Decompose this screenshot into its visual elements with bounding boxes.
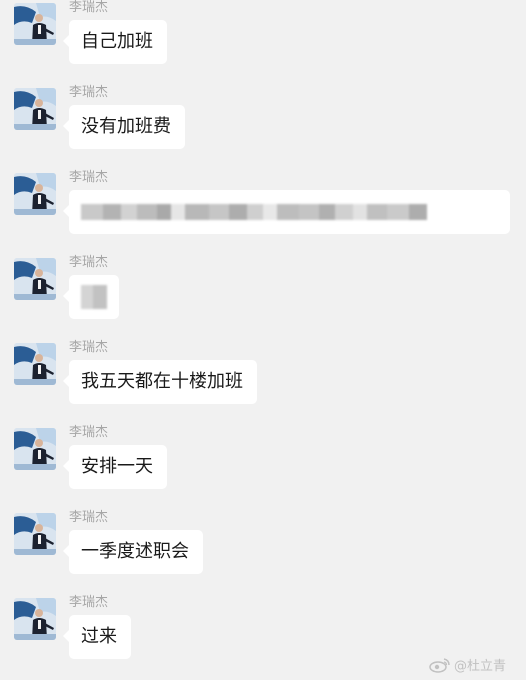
avatar[interactable] — [14, 343, 56, 385]
sender-name: 李瑞杰 — [69, 510, 109, 525]
avatar[interactable] — [14, 513, 56, 555]
message-bubble[interactable]: 一季度述职会 — [63, 530, 203, 574]
avatar-image — [14, 173, 56, 215]
chat-message: 李瑞杰 自己加班 — [0, 0, 526, 85]
message-bubble[interactable]: 我五天都在十楼加班 — [63, 360, 257, 404]
avatar[interactable] — [14, 598, 56, 640]
blurred-message-content — [81, 204, 427, 220]
avatar-image — [14, 513, 56, 555]
avatar[interactable] — [14, 173, 56, 215]
watermark-text: @杜立青 — [453, 659, 506, 674]
avatar-image — [14, 258, 56, 300]
chat-message: 李瑞杰 没有加班费 — [0, 85, 526, 170]
watermark: @杜立青 — [429, 655, 506, 674]
avatar[interactable] — [14, 258, 56, 300]
chat-message: 李瑞杰 我五天都在十楼加班 — [0, 340, 526, 425]
message-bubble[interactable] — [63, 190, 510, 234]
message-text: 过来 — [81, 626, 117, 647]
avatar-image — [14, 343, 56, 385]
chat-message-list: 李瑞杰 自己加班 李瑞杰 没有加班费 李瑞杰 李瑞杰 李瑞杰 我五天都在十楼加班… — [0, 0, 526, 680]
avatar[interactable] — [14, 3, 56, 45]
sender-name: 李瑞杰 — [69, 170, 109, 185]
message-text: 自己加班 — [81, 31, 153, 52]
weibo-logo-icon — [429, 657, 450, 673]
avatar-image — [14, 88, 56, 130]
message-text: 安排一天 — [81, 456, 153, 477]
chat-message: 李瑞杰 一季度述职会 — [0, 510, 526, 595]
blurred-emoji — [81, 285, 107, 309]
chat-message: 李瑞杰 — [0, 170, 526, 255]
message-bubble[interactable]: 安排一天 — [63, 445, 167, 489]
message-text: 我五天都在十楼加班 — [81, 371, 243, 392]
avatar[interactable] — [14, 428, 56, 470]
sender-name: 李瑞杰 — [69, 425, 109, 440]
chat-message: 李瑞杰 — [0, 255, 526, 340]
sender-name: 李瑞杰 — [69, 340, 109, 355]
sender-name: 李瑞杰 — [69, 595, 109, 610]
message-text: 一季度述职会 — [81, 541, 189, 562]
message-bubble[interactable]: 自己加班 — [63, 20, 167, 64]
chat-message: 李瑞杰 安排一天 — [0, 425, 526, 510]
avatar[interactable] — [14, 88, 56, 130]
sender-name: 李瑞杰 — [69, 0, 109, 15]
avatar-image — [14, 428, 56, 470]
sender-name: 李瑞杰 — [69, 255, 109, 270]
avatar-image — [14, 598, 56, 640]
message-text: 没有加班费 — [81, 116, 171, 137]
sender-name: 李瑞杰 — [69, 85, 109, 100]
avatar-image — [14, 3, 56, 45]
message-bubble[interactable]: 没有加班费 — [63, 105, 185, 149]
message-bubble[interactable] — [63, 275, 119, 319]
message-bubble[interactable]: 过来 — [63, 615, 131, 659]
